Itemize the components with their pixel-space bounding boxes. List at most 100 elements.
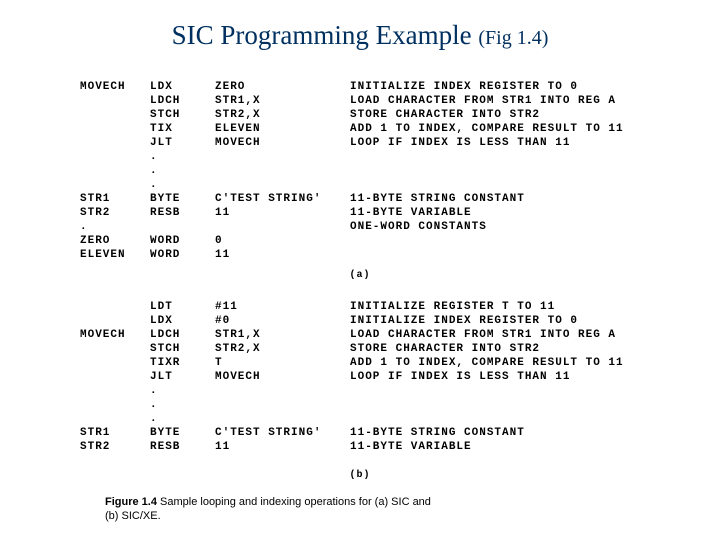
code-cell-cmt: 11-BYTE STRING CONSTANT	[350, 426, 624, 440]
code-cell-arg: STR2,X	[215, 108, 350, 122]
code-cell-cmt: LOAD CHARACTER FROM STR1 INTO REG A	[350, 94, 624, 108]
code-cell-arg	[215, 220, 350, 234]
caption-figure-label: Figure 1.4	[105, 496, 157, 508]
code-listing-b: LDT#11INITIALIZE REGISTER T TO 11LDX#0IN…	[80, 300, 670, 454]
code-cell-cmt: LOOP IF INDEX IS LESS THAN 11	[350, 370, 624, 384]
code-cell-arg: 11	[215, 206, 350, 220]
code-cell-arg: C'TEST STRING'	[215, 192, 350, 206]
code-cell-op: BYTE	[150, 192, 215, 206]
caption-text-line1: Sample looping and indexing operations f…	[157, 496, 431, 508]
code-cell-label	[80, 412, 150, 426]
code-cell-label: MOVECH	[80, 328, 150, 342]
code-row: MOVECHLDXZEROINITIALIZE INDEX REGISTER T…	[80, 80, 624, 94]
code-cell-cmt: LOAD CHARACTER FROM STR1 INTO REG A	[350, 328, 624, 342]
code-row: LDCHSTR1,XLOAD CHARACTER FROM STR1 INTO …	[80, 94, 624, 108]
code-cell-op: .	[150, 412, 215, 426]
code-cell-op: .	[150, 150, 215, 164]
code-cell-cmt	[350, 384, 624, 398]
code-row: .ONE-WORD CONSTANTS	[80, 220, 624, 234]
code-cell-arg: ZERO	[215, 80, 350, 94]
code-cell-arg: 0	[215, 234, 350, 248]
code-row: JLTMOVECHLOOP IF INDEX IS LESS THAN 11	[80, 136, 624, 150]
code-cell-cmt	[350, 150, 624, 164]
code-cell-arg: C'TEST STRING'	[215, 426, 350, 440]
code-cell-label: MOVECH	[80, 80, 150, 94]
code-cell-arg: #0	[215, 314, 350, 328]
code-cell-label	[80, 342, 150, 356]
code-row: MOVECHLDCHSTR1,XLOAD CHARACTER FROM STR1…	[80, 328, 624, 342]
code-cell-label: STR1	[80, 426, 150, 440]
code-cell-cmt	[350, 234, 624, 248]
code-cell-op: JLT	[150, 136, 215, 150]
code-cell-cmt: INITIALIZE INDEX REGISTER TO 0	[350, 80, 624, 94]
code-row: .	[80, 398, 624, 412]
code-row: .	[80, 164, 624, 178]
code-cell-label: ZERO	[80, 234, 150, 248]
code-cell-label	[80, 300, 150, 314]
code-cell-op: RESB	[150, 206, 215, 220]
code-cell-arg: MOVECH	[215, 136, 350, 150]
code-cell-label	[80, 370, 150, 384]
code-cell-op: LDX	[150, 80, 215, 94]
code-row: STR1BYTEC'TEST STRING'11-BYTE STRING CON…	[80, 426, 624, 440]
code-cell-arg	[215, 178, 350, 192]
code-cell-op: STCH	[150, 108, 215, 122]
code-cell-op: STCH	[150, 342, 215, 356]
code-cell-arg: STR1,X	[215, 328, 350, 342]
code-row: ZEROWORD0	[80, 234, 624, 248]
code-cell-op: LDX	[150, 314, 215, 328]
code-cell-label: .	[80, 220, 150, 234]
code-cell-cmt: 11-BYTE VARIABLE	[350, 440, 624, 454]
figure-caption: Figure 1.4 Sample looping and indexing o…	[105, 495, 431, 523]
code-cell-cmt	[350, 164, 624, 178]
title-figure-ref: (Fig 1.4)	[478, 27, 548, 49]
code-cell-arg	[215, 164, 350, 178]
slide-title: SIC Programming Example (Fig 1.4)	[0, 20, 720, 51]
code-row: STCHSTR2,XSTORE CHARACTER INTO STR2	[80, 108, 624, 122]
code-cell-label	[80, 108, 150, 122]
code-listing-a: MOVECHLDXZEROINITIALIZE INDEX REGISTER T…	[80, 80, 670, 262]
code-cell-cmt	[350, 398, 624, 412]
code-cell-op: TIX	[150, 122, 215, 136]
code-cell-label	[80, 150, 150, 164]
code-cell-arg: STR1,X	[215, 94, 350, 108]
code-cell-cmt	[350, 412, 624, 426]
code-cell-op: WORD	[150, 234, 215, 248]
code-row: STR2RESB1111-BYTE VARIABLE	[80, 206, 624, 220]
code-cell-cmt: ADD 1 TO INDEX, COMPARE RESULT TO 11	[350, 356, 624, 370]
code-row: STR2RESB1111-BYTE VARIABLE	[80, 440, 624, 454]
code-cell-label	[80, 122, 150, 136]
code-row: STR1BYTEC'TEST STRING'11-BYTE STRING CON…	[80, 192, 624, 206]
code-cell-arg: ELEVEN	[215, 122, 350, 136]
code-cell-label	[80, 164, 150, 178]
code-cell-cmt: 11-BYTE STRING CONSTANT	[350, 192, 624, 206]
code-cell-cmt	[350, 248, 624, 262]
code-cell-arg: STR2,X	[215, 342, 350, 356]
code-cell-op	[150, 220, 215, 234]
code-cell-arg: MOVECH	[215, 370, 350, 384]
code-cell-label	[80, 398, 150, 412]
code-cell-op: .	[150, 398, 215, 412]
code-cell-label: ELEVEN	[80, 248, 150, 262]
code-cell-label: STR1	[80, 192, 150, 206]
code-row: STCHSTR2,XSTORE CHARACTER INTO STR2	[80, 342, 624, 356]
code-cell-cmt: ADD 1 TO INDEX, COMPARE RESULT TO 11	[350, 122, 624, 136]
code-cell-label: STR2	[80, 206, 150, 220]
code-cell-arg: #11	[215, 300, 350, 314]
code-cell-arg: T	[215, 356, 350, 370]
code-cell-cmt: 11-BYTE VARIABLE	[350, 206, 624, 220]
code-cell-op: TIXR	[150, 356, 215, 370]
code-row: .	[80, 384, 624, 398]
part-b-label: (b)	[0, 470, 720, 481]
code-cell-op: LDCH	[150, 94, 215, 108]
code-row: .	[80, 150, 624, 164]
code-cell-cmt	[350, 178, 624, 192]
code-cell-cmt: INITIALIZE INDEX REGISTER TO 0	[350, 314, 624, 328]
code-row: .	[80, 178, 624, 192]
code-cell-op: .	[150, 178, 215, 192]
code-row: ELEVENWORD11	[80, 248, 624, 262]
code-cell-label	[80, 94, 150, 108]
code-row: .	[80, 412, 624, 426]
code-cell-op: LDCH	[150, 328, 215, 342]
code-cell-label	[80, 356, 150, 370]
